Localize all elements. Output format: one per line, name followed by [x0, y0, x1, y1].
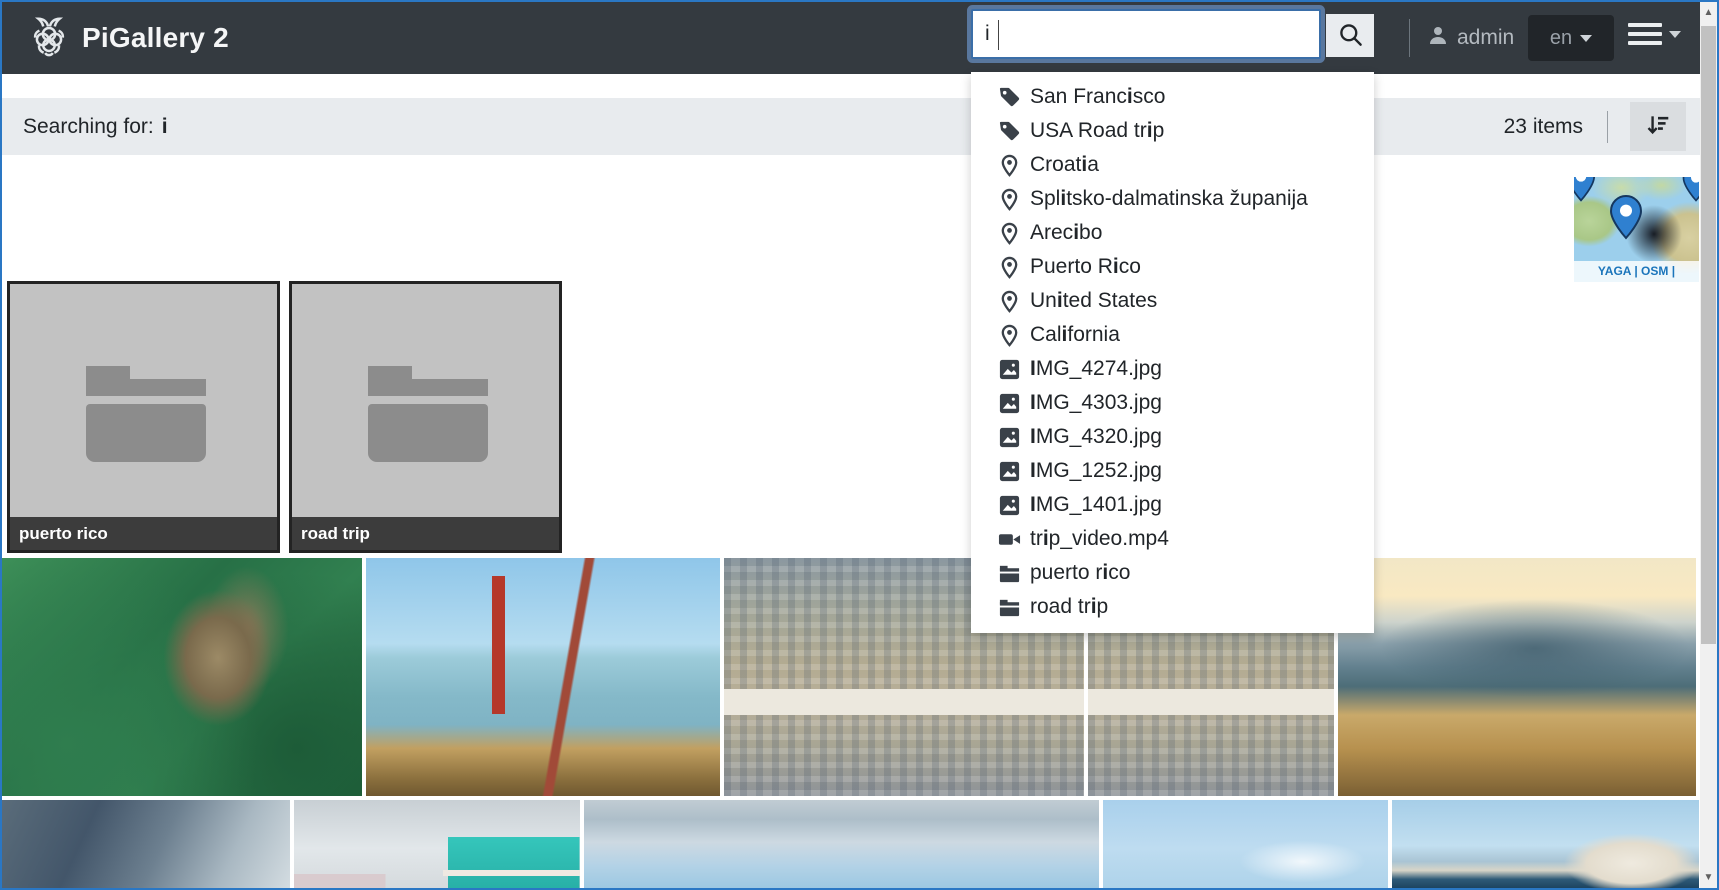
- hamburger-menu-icon: [1628, 23, 1662, 45]
- search-button[interactable]: [1326, 14, 1374, 57]
- video-icon: [997, 527, 1021, 551]
- searching-for-label: Searching for:: [23, 115, 154, 139]
- photo-icon: [997, 391, 1021, 415]
- search-suggestion-item[interactable]: USA Road trip: [971, 114, 1374, 148]
- search-suggestion-item[interactable]: road trip: [971, 590, 1374, 624]
- folder-tile-puerto-rico[interactable]: puerto rico: [7, 281, 280, 553]
- map-preview-thumbnail[interactable]: YAGA | OSM | Mapbox: [1574, 177, 1699, 282]
- map-pin-icon: [1574, 177, 1602, 208]
- status-divider: [1607, 111, 1608, 143]
- search-box: [971, 9, 1321, 59]
- search-suggestion-item[interactable]: Croatia: [971, 148, 1374, 182]
- status-bar: Searching for: i 23 items: [2, 98, 1700, 155]
- photo-icon: [997, 459, 1021, 483]
- tag-icon: [997, 119, 1021, 143]
- navbar-divider: [1409, 19, 1410, 57]
- search-suggestion-item[interactable]: IMG_1401.jpg: [971, 488, 1374, 522]
- search-suggestion-item[interactable]: Splitsko-dalmatinska županija: [971, 182, 1374, 216]
- search-suggestion-item[interactable]: IMG_4274.jpg: [971, 352, 1374, 386]
- photo-icon: [997, 357, 1021, 381]
- photo-overcast-sky-panorama[interactable]: [584, 800, 1099, 888]
- user-icon: [1426, 23, 1450, 53]
- item-count: 23 items: [1504, 115, 1583, 139]
- photo-icon: [997, 493, 1021, 517]
- pin-icon: [997, 255, 1021, 279]
- vertical-scrollbar[interactable]: ▲ ▼: [1700, 2, 1717, 888]
- folder-icon: [997, 595, 1021, 619]
- search-query-text: i: [162, 115, 168, 139]
- user-menu[interactable]: admin: [1426, 2, 1514, 74]
- search-suggestion-item[interactable]: puerto rico: [971, 556, 1374, 590]
- sort-button[interactable]: [1630, 102, 1686, 151]
- navbar: PiGallery 2 admin en: [2, 2, 1717, 74]
- photo-blue-sky-clouds[interactable]: [1103, 800, 1388, 888]
- search-suggestion-item[interactable]: trip_video.mp4: [971, 522, 1374, 556]
- sort-amount-desc-icon: [1645, 112, 1671, 141]
- username: admin: [1457, 26, 1514, 50]
- folder-tile-road-trip[interactable]: road trip: [289, 281, 562, 553]
- photo-storm-clouds[interactable]: [2, 800, 290, 888]
- search-suggestion-item[interactable]: San Francisco: [971, 80, 1374, 114]
- app-title: PiGallery 2: [82, 22, 229, 54]
- photo-san-juan-skyline[interactable]: [1392, 800, 1699, 888]
- search-suggestion-item[interactable]: Puerto Rico: [971, 250, 1374, 284]
- search-icon: [1337, 21, 1364, 51]
- photo-squirrel-in-ivy[interactable]: [2, 558, 362, 796]
- photo-teal-rooftop-building[interactable]: [294, 800, 580, 888]
- search-suggestion-item[interactable]: IMG_1252.jpg: [971, 454, 1374, 488]
- folder-name: puerto rico: [10, 517, 277, 550]
- photo-mountain-sunset[interactable]: [1338, 558, 1696, 796]
- folder-name: road trip: [292, 517, 559, 550]
- scroll-up-arrow[interactable]: ▲: [1700, 4, 1717, 21]
- pin-icon: [997, 221, 1021, 245]
- photo-icon: [997, 425, 1021, 449]
- caret-down-icon: [1580, 35, 1592, 42]
- pin-icon: [997, 187, 1021, 211]
- scroll-down-arrow[interactable]: ▼: [1700, 869, 1717, 886]
- search-suggestion-item[interactable]: IMG_4320.jpg: [971, 420, 1374, 454]
- text-cursor: [998, 20, 999, 50]
- scrollbar-thumb[interactable]: [1701, 26, 1716, 644]
- map-pin-icon: [1602, 193, 1650, 246]
- search-suggestion-item[interactable]: IMG_4303.jpg: [971, 386, 1374, 420]
- tag-icon: [997, 85, 1021, 109]
- language-selected: en: [1550, 27, 1572, 50]
- search-suggestion-item[interactable]: United States: [971, 284, 1374, 318]
- pin-icon: [997, 289, 1021, 313]
- caret-down-icon: [1669, 31, 1681, 38]
- pin-icon: [997, 153, 1021, 177]
- photo-row-1: [2, 558, 1696, 796]
- brand[interactable]: PiGallery 2: [26, 2, 229, 74]
- main-menu-button[interactable]: [1628, 23, 1681, 45]
- pigallery-window: PiGallery 2 admin en: [0, 0, 1719, 890]
- map-attribution: YAGA | OSM | Mapbox: [1574, 261, 1699, 282]
- photo-golden-gate-bridge[interactable]: [366, 558, 720, 796]
- raspberry-pi-icon: [26, 13, 72, 64]
- search-suggestion-item[interactable]: California: [971, 318, 1374, 352]
- search-input[interactable]: [973, 11, 1319, 57]
- photo-row-2: [2, 800, 1699, 888]
- folder-icon: [997, 561, 1021, 585]
- language-selector[interactable]: en: [1528, 15, 1614, 61]
- folder-icon: [368, 366, 488, 462]
- search-suggestions-dropdown: San Francisco USA Road trip Croatia Spli…: [971, 72, 1374, 633]
- search-suggestion-item[interactable]: Arecibo: [971, 216, 1374, 250]
- folder-icon: [86, 366, 206, 462]
- map-pin-icon: [1676, 177, 1699, 208]
- pin-icon: [997, 323, 1021, 347]
